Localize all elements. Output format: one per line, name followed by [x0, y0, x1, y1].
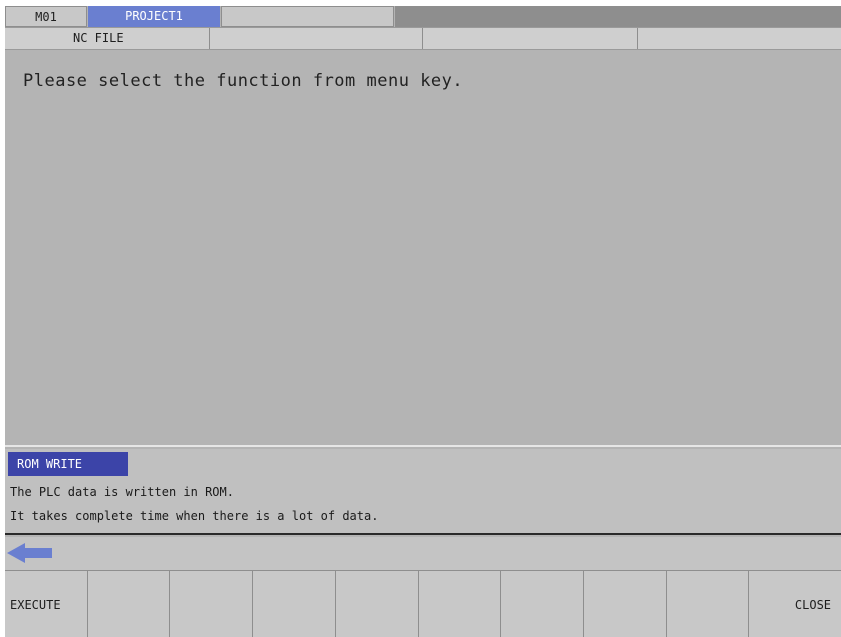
tab-m01[interactable]: M01 — [5, 6, 87, 27]
info-line: The PLC data is written in ROM. — [10, 485, 234, 499]
file-header-row: NC FILE — [5, 27, 841, 50]
tab-empty — [221, 6, 394, 27]
info-line: It takes complete time when there is a l… — [10, 509, 379, 523]
menu-key-6[interactable] — [418, 571, 502, 637]
file-header-cell — [638, 28, 841, 49]
header-filler — [395, 6, 841, 27]
main-message: Please select the function from menu key… — [23, 71, 464, 91]
menu-key-5[interactable] — [335, 571, 419, 637]
header-tab-bar: M01 PROJECT1 — [5, 6, 841, 27]
menu-key-8[interactable] — [583, 571, 667, 637]
menu-key-9[interactable] — [666, 571, 750, 637]
nc-file-label: NC FILE — [5, 28, 210, 49]
tab-project1[interactable]: PROJECT1 — [88, 6, 220, 27]
menu-navigation-row — [5, 537, 841, 570]
file-header-cell — [423, 28, 638, 49]
menu-key-7[interactable] — [501, 571, 584, 637]
left-arrow-icon[interactable] — [7, 543, 52, 563]
main-display-area: Please select the function from menu key… — [5, 51, 841, 447]
info-panel: ROM WRITE The PLC data is written in ROM… — [5, 449, 841, 535]
menu-key-2[interactable] — [87, 571, 171, 637]
file-header-cell — [210, 28, 423, 49]
function-key-bar: EXECUTE CLOSE — [5, 570, 841, 637]
close-button[interactable]: CLOSE — [749, 571, 841, 637]
info-title: ROM WRITE — [8, 452, 128, 476]
menu-key-4[interactable] — [253, 571, 336, 637]
execute-button[interactable]: EXECUTE — [5, 571, 88, 637]
menu-key-3[interactable] — [170, 571, 254, 637]
nc-screen: M01 PROJECT1 NC FILE Please select the f… — [5, 6, 841, 637]
